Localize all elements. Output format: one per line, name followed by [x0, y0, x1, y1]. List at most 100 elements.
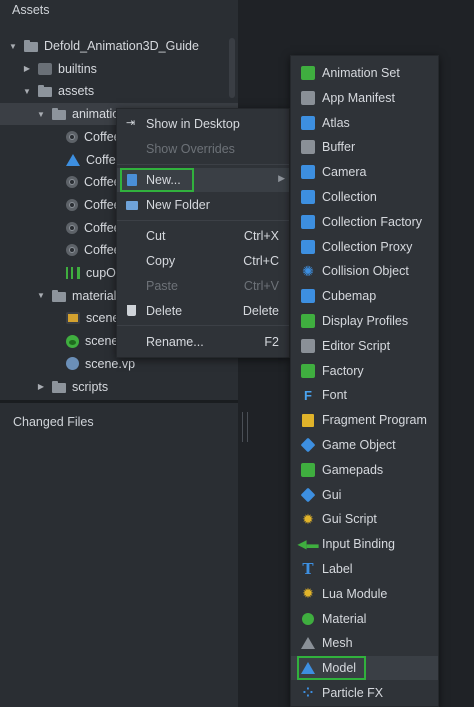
- menu-item-rename[interactable]: Rename... F2: [117, 330, 289, 354]
- new-game-object[interactable]: Game Object: [291, 433, 438, 457]
- new-particle-fx[interactable]: ⁘ Particle FX: [291, 681, 438, 705]
- atlas-icon: [301, 115, 315, 130]
- new-collection-factory[interactable]: Collection Factory: [291, 210, 438, 234]
- menu-item-label: Paste: [146, 279, 178, 293]
- new-submenu: Animation Set App Manifest Atlas Buffer Came…: [290, 55, 439, 707]
- new-fragment-program[interactable]: Fragment Program: [291, 408, 438, 432]
- menu-item-label: Delete: [146, 304, 183, 318]
- submenu-item-label: Collection Factory: [322, 214, 423, 229]
- submenu-item-label: Particle FX: [322, 686, 384, 700]
- model-highlight-box: [297, 656, 366, 681]
- new-font[interactable]: F Font: [291, 383, 438, 407]
- label-icon: T: [302, 560, 314, 578]
- menu-item-new[interactable]: New... ▶: [117, 168, 289, 192]
- menu-item-shortcut: Ctrl+V: [243, 279, 279, 293]
- new-gui[interactable]: Gui: [291, 483, 438, 507]
- new-collection[interactable]: Collection: [291, 185, 438, 209]
- submenu-item-label: Mesh: [322, 636, 353, 651]
- fragment-program-icon: [301, 413, 315, 427]
- menu-item-copy[interactable]: Copy Ctrl+C: [117, 249, 289, 273]
- submenu-item-label: Camera: [322, 165, 367, 180]
- app-manifest-icon: [301, 90, 315, 105]
- menu-item-show-overrides: Show Overrides: [117, 137, 289, 161]
- new-gui-script[interactable]: ✹ Gui Script: [291, 507, 438, 531]
- tree-item[interactable]: ▼ Defold_Animation3D_Guide: [0, 35, 238, 57]
- menu-item-label: New Folder: [146, 198, 210, 212]
- new-collection-proxy[interactable]: Collection Proxy: [291, 235, 438, 259]
- submenu-arrow-icon: ▶: [278, 173, 285, 183]
- menu-item-cut[interactable]: Cut Ctrl+X: [117, 224, 289, 248]
- submenu-item-label: Buffer: [322, 140, 356, 155]
- expanded-arrow-icon[interactable]: ▼: [36, 291, 46, 300]
- submenu-item-label: Display Profiles: [322, 314, 409, 328]
- assets-scrollbar[interactable]: [229, 38, 235, 98]
- menu-item-new-folder[interactable]: New Folder: [117, 193, 289, 217]
- changed-files-title: Changed Files: [13, 415, 94, 429]
- menu-item-label: Copy: [146, 254, 176, 268]
- menu-item-shortcut: F2: [264, 335, 279, 349]
- new-factory[interactable]: Factory: [291, 359, 438, 383]
- material-icon: [301, 612, 315, 626]
- tree-item-label: builtins: [58, 61, 97, 76]
- new-editor-script[interactable]: Editor Script: [291, 334, 438, 358]
- trash-icon: [126, 305, 138, 317]
- tree-item[interactable]: ▼ assets: [0, 80, 238, 102]
- folder-icon: [38, 85, 52, 98]
- folder-icon: [52, 108, 66, 121]
- menu-item-paste: Paste Ctrl+V: [117, 274, 289, 298]
- new-cubemap[interactable]: Cubemap: [291, 284, 438, 308]
- menu-item-shortcut: Delete: [242, 304, 279, 318]
- particle-fx-icon: ⁘: [302, 685, 314, 700]
- submenu-item-label: Lua Module: [322, 586, 388, 601]
- collection-icon: [301, 190, 315, 204]
- splitter-grip-icon[interactable]: [242, 412, 248, 442]
- menu-separator: [117, 164, 289, 165]
- expanded-arrow-icon[interactable]: ▼: [22, 87, 32, 96]
- menu-item-delete[interactable]: Delete Delete: [117, 299, 289, 323]
- folder-icon: [52, 380, 66, 393]
- new-collision-object[interactable]: ✺ Collision Object: [291, 259, 438, 283]
- tree-item[interactable]: ▶ builtins: [0, 58, 238, 80]
- new-gamepads[interactable]: Gamepads: [291, 458, 438, 482]
- menu-separator: [117, 325, 289, 326]
- new-display-profiles[interactable]: Display Profiles: [291, 309, 438, 333]
- new-input-binding[interactable]: ◀▬ Input Binding: [291, 532, 438, 556]
- vertex-program-icon: [66, 357, 79, 371]
- new-app-manifest[interactable]: App Manifest: [291, 86, 438, 110]
- submenu-item-label: Factory: [322, 363, 364, 378]
- new-mesh[interactable]: Mesh: [291, 631, 438, 655]
- tree-item-label: animatio: [72, 107, 120, 122]
- coffee-icon: [66, 130, 78, 143]
- menu-item-label: Cut: [146, 229, 166, 243]
- new-label[interactable]: T Label: [291, 557, 438, 581]
- new-buffer[interactable]: Buffer: [291, 135, 438, 159]
- menu-item-show-in-desktop[interactable]: ⇥ Show in Desktop: [117, 112, 289, 136]
- submenu-item-label: Collection: [322, 190, 377, 204]
- factory-icon: [301, 363, 315, 378]
- menu-separator: [117, 220, 289, 221]
- menu-item-label: Rename...: [146, 335, 204, 349]
- gamepads-icon: [301, 462, 315, 477]
- new-material[interactable]: Material: [291, 607, 438, 631]
- assets-pane-title: Assets: [12, 3, 50, 17]
- new-atlas[interactable]: Atlas: [291, 111, 438, 135]
- editor-script-icon: [301, 338, 315, 353]
- collapsed-arrow-icon[interactable]: ▶: [22, 64, 32, 73]
- submenu-item-label: Label: [322, 562, 353, 576]
- tree-item-label: scripts: [72, 379, 109, 394]
- buffer-icon: [301, 140, 315, 155]
- expanded-arrow-icon[interactable]: ▼: [8, 42, 18, 51]
- collapsed-arrow-icon[interactable]: ▶: [36, 382, 46, 391]
- coffee-icon: [66, 198, 78, 211]
- folder-icon: [24, 40, 38, 52]
- expanded-arrow-icon[interactable]: ▼: [36, 110, 46, 119]
- coffee-icon: [66, 244, 78, 257]
- menu-item-label: Show Overrides: [146, 142, 235, 156]
- new-camera[interactable]: Camera: [291, 160, 438, 184]
- tree-item[interactable]: ▶ scripts: [0, 376, 238, 398]
- new-lua-module[interactable]: ✹ Lua Module: [291, 582, 438, 606]
- submenu-item-label: Material: [322, 611, 367, 626]
- new-model[interactable]: Model: [291, 656, 438, 681]
- menu-item-label: Show in Desktop: [146, 117, 240, 131]
- new-animation-set[interactable]: Animation Set: [291, 61, 438, 85]
